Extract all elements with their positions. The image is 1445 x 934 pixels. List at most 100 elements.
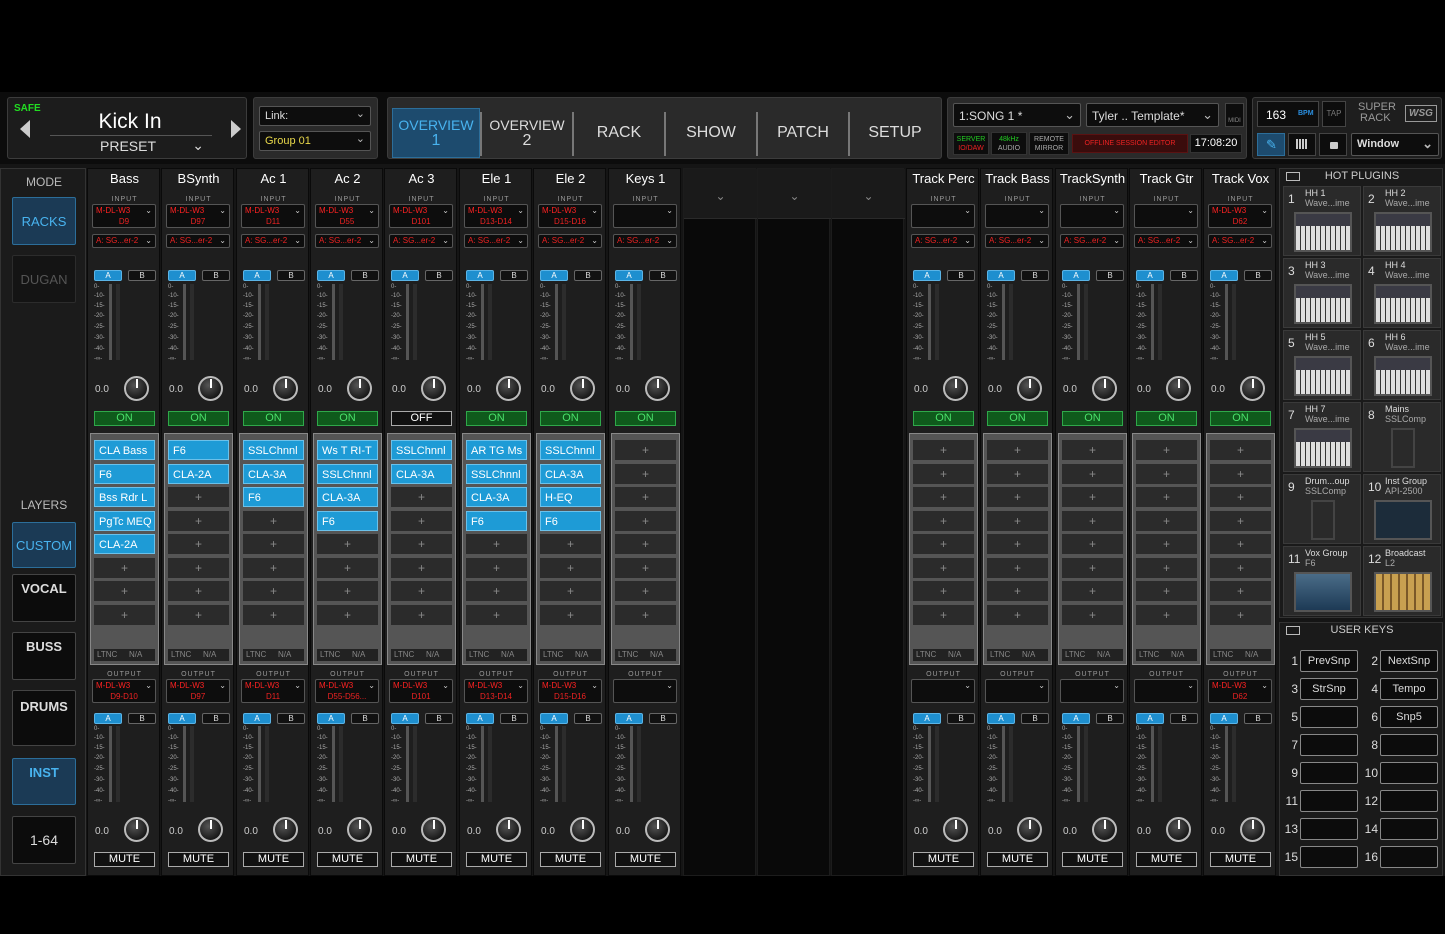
insert-routing-dropdown[interactable]: A: SG...er-2 ⌄	[166, 234, 230, 248]
empty-plugin-slot[interactable]: +	[615, 487, 676, 507]
link-dropdown[interactable]: Link: ⌄	[259, 106, 371, 126]
user-key-button[interactable]	[1300, 734, 1358, 756]
mute-button[interactable]: MUTE	[913, 852, 974, 867]
input-a-button[interactable]: A	[391, 270, 419, 281]
strip-name[interactable]: Ele 1	[460, 171, 533, 186]
plugin-slot[interactable]: SSLChnnl	[540, 440, 601, 460]
empty-plugin-slot[interactable]: +	[317, 557, 378, 578]
output-gain-knob[interactable]	[943, 817, 968, 842]
output-a-button[interactable]: A	[987, 713, 1015, 724]
output-routing-dropdown[interactable]: ⌄	[1060, 679, 1124, 703]
plugin-slot[interactable]: CLA Bass	[94, 440, 155, 460]
strip-name[interactable]: Ac 2	[311, 171, 384, 186]
pin-button[interactable]: ✎	[1257, 133, 1285, 156]
mute-button[interactable]: MUTE	[987, 852, 1048, 867]
empty-plugin-slot[interactable]: +	[1136, 534, 1197, 554]
input-routing-dropdown[interactable]: M-DL-W3 D11 ⌄	[241, 204, 305, 228]
strip-name[interactable]: Track Bass	[981, 171, 1054, 186]
user-key-button[interactable]: Tempo	[1380, 678, 1438, 700]
output-gain-knob[interactable]	[496, 817, 521, 842]
output-b-button[interactable]: B	[649, 713, 677, 724]
empty-plugin-slot[interactable]: +	[1062, 487, 1123, 507]
input-b-button[interactable]: B	[202, 270, 230, 281]
input-gain-knob[interactable]	[570, 376, 595, 401]
empty-plugin-slot[interactable]: +	[1062, 440, 1123, 460]
input-gain-knob[interactable]	[198, 376, 223, 401]
empty-plugin-slot[interactable]: +	[987, 581, 1048, 601]
empty-plugin-slot[interactable]: +	[615, 557, 676, 578]
output-gain-knob[interactable]	[273, 817, 298, 842]
tap-button[interactable]: TAP	[1322, 101, 1346, 127]
output-b-button[interactable]: B	[1021, 713, 1049, 724]
hot-plugin-slot[interactable]: 2 HH 2 Wave...ime	[1363, 186, 1441, 256]
rack-on-button[interactable]: ON	[94, 411, 155, 426]
mute-button[interactable]: MUTE	[391, 852, 452, 867]
empty-plugin-slot[interactable]: +	[1062, 463, 1123, 484]
output-routing-dropdown[interactable]: M-DL-W3 D15-D16 ⌄	[538, 679, 602, 703]
input-gain-knob[interactable]	[1166, 376, 1191, 401]
empty-plugin-slot[interactable]: +	[466, 557, 527, 578]
output-a-button[interactable]: A	[1136, 713, 1164, 724]
rack-on-button[interactable]: ON	[317, 411, 378, 426]
input-routing-dropdown[interactable]: ⌄	[1060, 204, 1124, 228]
mute-button[interactable]: MUTE	[243, 852, 304, 867]
output-routing-dropdown[interactable]: M-DL-W3 D55-D56... ⌄	[315, 679, 379, 703]
template-dropdown[interactable]: Tyler .. Template* ⌄	[1086, 103, 1219, 127]
input-a-button[interactable]: A	[540, 270, 568, 281]
empty-plugin-slot[interactable]: +	[1210, 557, 1271, 578]
empty-plugin-slot[interactable]: +	[1062, 534, 1123, 554]
strip-name[interactable]: TrackSynth	[1056, 171, 1129, 186]
custom-layer-button[interactable]: CUSTOM	[12, 522, 76, 568]
empty-plugin-slot[interactable]: +	[317, 604, 378, 625]
empty-plugin-slot[interactable]: +	[1062, 581, 1123, 601]
user-key-button[interactable]: StrSnp	[1300, 678, 1358, 700]
empty-plugin-slot[interactable]: +	[243, 510, 304, 531]
output-routing-dropdown[interactable]: M-DL-W3 D97 ⌄	[166, 679, 230, 703]
empty-plugin-slot[interactable]: +	[1210, 440, 1271, 460]
empty-plugin-slot[interactable]: +	[913, 463, 974, 484]
input-b-button[interactable]: B	[500, 270, 528, 281]
input-a-button[interactable]: A	[1136, 270, 1164, 281]
output-a-button[interactable]: A	[243, 713, 271, 724]
hot-plugin-slot[interactable]: 8 Mains SSLComp	[1363, 402, 1441, 472]
empty-plugin-slot[interactable]: +	[1136, 463, 1197, 484]
hot-plugin-slot[interactable]: 1 HH 1 Wave...ime	[1283, 186, 1361, 256]
output-gain-knob[interactable]	[1017, 817, 1042, 842]
mute-button[interactable]: MUTE	[540, 852, 601, 867]
empty-plugin-slot[interactable]: +	[615, 534, 676, 554]
input-a-button[interactable]: A	[987, 270, 1015, 281]
input-gain-knob[interactable]	[273, 376, 298, 401]
input-b-button[interactable]: B	[128, 270, 156, 281]
empty-plugin-slot[interactable]: +	[243, 604, 304, 625]
empty-plugin-slot[interactable]: +	[317, 581, 378, 601]
empty-plugin-slot[interactable]: +	[391, 557, 452, 578]
group-dropdown[interactable]: Group 01 ⌄	[259, 131, 371, 151]
output-gain-knob[interactable]	[645, 817, 670, 842]
input-gain-knob[interactable]	[1092, 376, 1117, 401]
lock-button[interactable]	[1319, 133, 1347, 156]
empty-plugin-slot[interactable]: +	[987, 604, 1048, 625]
input-b-button[interactable]: B	[1170, 270, 1198, 281]
user-key-button[interactable]	[1300, 818, 1358, 840]
empty-plugin-slot[interactable]: +	[987, 487, 1048, 507]
rack-on-button[interactable]: OFF	[391, 411, 452, 426]
bpm-display[interactable]: 163 BPM	[1257, 101, 1319, 127]
output-b-button[interactable]: B	[1244, 713, 1272, 724]
output-routing-dropdown[interactable]: M-DL-W3 D11 ⌄	[241, 679, 305, 703]
empty-plugin-slot[interactable]: +	[1136, 581, 1197, 601]
tab-setup[interactable]: SETUP	[850, 108, 940, 158]
inst-layer-button[interactable]: INST	[12, 758, 76, 805]
plugin-slot[interactable]: CLA-3A	[391, 463, 452, 484]
plugin-slot[interactable]: CLA-3A	[466, 487, 527, 507]
empty-plugin-slot[interactable]: +	[1210, 581, 1271, 601]
hot-plugin-slot[interactable]: 3 HH 3 Wave...ime	[1283, 258, 1361, 328]
output-a-button[interactable]: A	[1062, 713, 1090, 724]
input-a-button[interactable]: A	[1062, 270, 1090, 281]
input-b-button[interactable]: B	[425, 270, 453, 281]
insert-routing-dropdown[interactable]: A: SG...er-2 ⌄	[1208, 234, 1272, 248]
plugin-slot[interactable]: AR TG Ms	[466, 440, 527, 460]
mute-button[interactable]: MUTE	[466, 852, 527, 867]
user-key-button[interactable]: PrevSnp	[1300, 650, 1358, 672]
output-b-button[interactable]: B	[1096, 713, 1124, 724]
input-a-button[interactable]: A	[1210, 270, 1238, 281]
